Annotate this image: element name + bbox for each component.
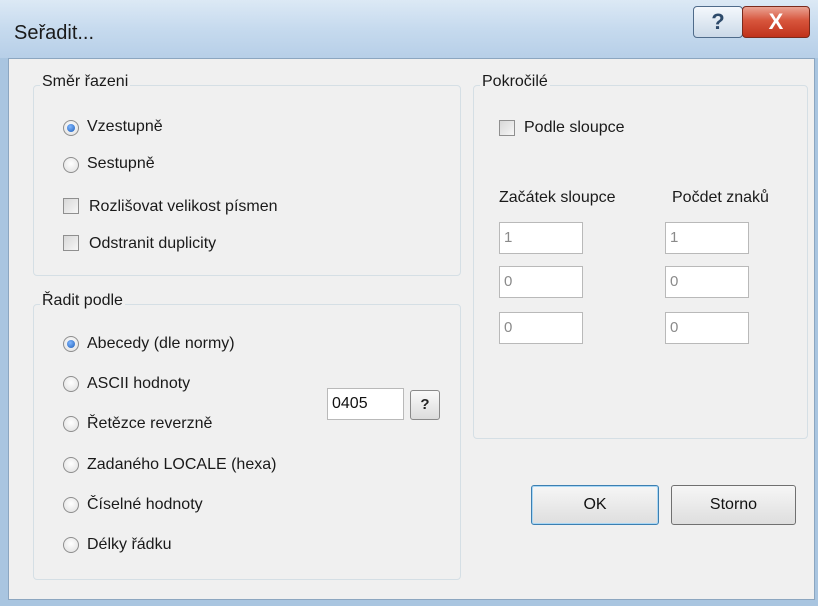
column-start-label: Začátek sloupce bbox=[499, 189, 616, 206]
window-title: Seřadit... bbox=[14, 22, 95, 44]
ok-button[interactable]: OK bbox=[531, 485, 659, 525]
close-icon: X bbox=[768, 9, 784, 34]
char-count-input-1[interactable]: 1 bbox=[665, 222, 749, 254]
locale-help-button[interactable]: ? bbox=[410, 390, 440, 420]
remove-duplicates-label: Odstranit duplicity bbox=[89, 235, 217, 252]
help-button[interactable]: ? bbox=[693, 6, 743, 38]
locale-input[interactable]: 0405 bbox=[327, 388, 404, 420]
advanced-group: Pokročilé bbox=[473, 73, 808, 439]
char-count-input-3[interactable]: 0 bbox=[665, 312, 749, 344]
sort-line-length-label: Délky řádku bbox=[87, 536, 172, 553]
sort-reverse-label: Řetězce reverzně bbox=[87, 415, 213, 432]
sort-by-group-title: Řadit podle bbox=[40, 292, 125, 310]
descending-label: Sestupně bbox=[87, 155, 155, 172]
sort-reverse-radio[interactable] bbox=[63, 416, 79, 432]
sort-dialog: Seřadit... ? X Směr řazeni Vzestupně Ses… bbox=[0, 0, 818, 606]
sort-locale-radio[interactable] bbox=[63, 457, 79, 473]
sort-ascii-label: ASCII hodnoty bbox=[87, 375, 191, 392]
sort-ascii-radio[interactable] bbox=[63, 376, 79, 392]
remove-duplicates-checkbox[interactable] bbox=[63, 235, 79, 251]
window-frame-left bbox=[0, 58, 8, 606]
sort-alphabet-radio[interactable] bbox=[63, 336, 79, 352]
advanced-group-title: Pokročilé bbox=[480, 73, 550, 91]
sort-locale-label: Zadaného LOCALE (hexa) bbox=[87, 456, 277, 473]
title-bar: Seřadit... ? X bbox=[0, 0, 818, 58]
case-sensitive-checkbox[interactable] bbox=[63, 198, 79, 214]
column-start-input-2[interactable]: 0 bbox=[499, 266, 583, 298]
by-column-label: Podle sloupce bbox=[524, 119, 625, 136]
by-column-checkbox[interactable] bbox=[499, 120, 515, 136]
descending-radio[interactable] bbox=[63, 157, 79, 173]
ascending-radio[interactable] bbox=[63, 120, 79, 136]
column-start-input-3[interactable]: 0 bbox=[499, 312, 583, 344]
column-start-input-1[interactable]: 1 bbox=[499, 222, 583, 254]
cancel-button[interactable]: Storno bbox=[671, 485, 796, 525]
case-sensitive-label: Rozlišovat velikost písmen bbox=[89, 198, 278, 215]
char-count-input-2[interactable]: 0 bbox=[665, 266, 749, 298]
direction-group-title: Směr řazeni bbox=[40, 73, 131, 91]
ascending-label: Vzestupně bbox=[87, 118, 163, 135]
sort-numeric-radio[interactable] bbox=[63, 497, 79, 513]
close-button[interactable]: X bbox=[742, 6, 810, 38]
sort-alphabet-label: Abecedy (dle normy) bbox=[87, 335, 235, 352]
sort-line-length-radio[interactable] bbox=[63, 537, 79, 553]
char-count-label: Počdet znaků bbox=[672, 189, 769, 206]
help-icon: ? bbox=[711, 9, 725, 34]
sort-numeric-label: Číselné hodnoty bbox=[87, 496, 203, 513]
